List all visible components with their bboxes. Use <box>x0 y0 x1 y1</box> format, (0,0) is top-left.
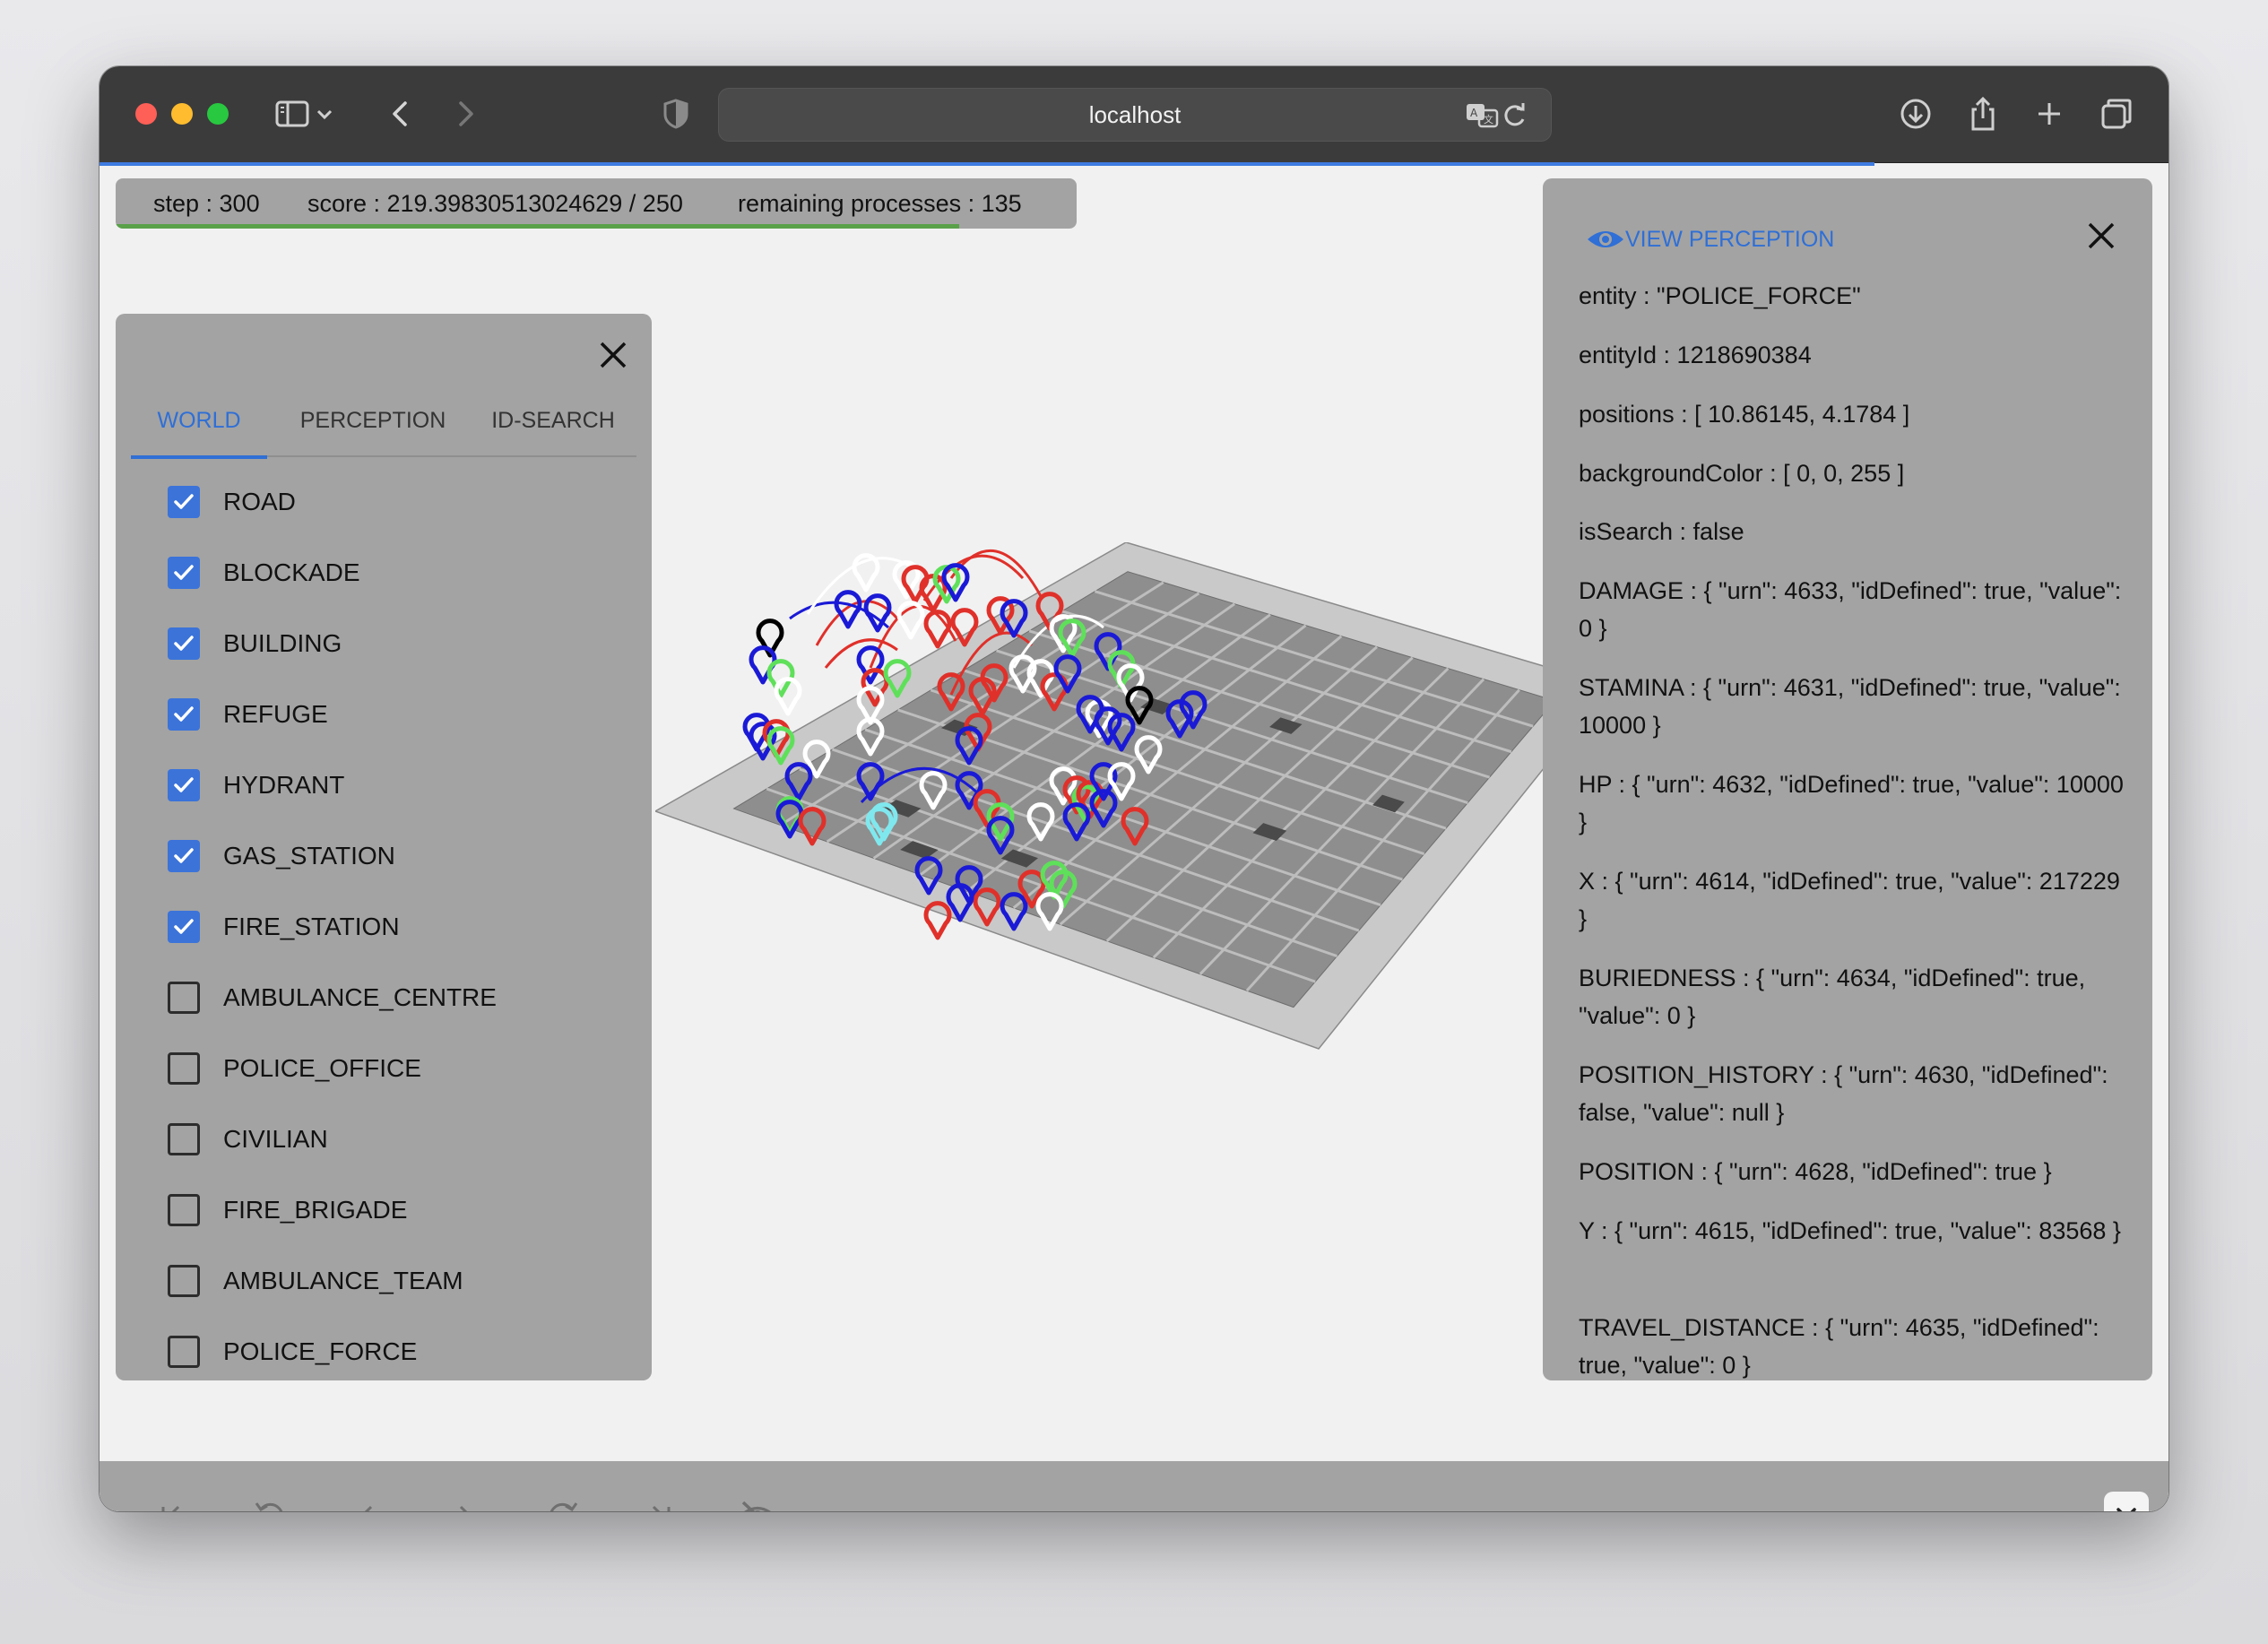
layer-label: BUILDING <box>223 629 342 657</box>
tab-id-search[interactable]: ID-SEARCH <box>473 385 633 455</box>
layer-label: GAS_STATION <box>223 842 395 870</box>
eye-icon <box>1588 231 1623 247</box>
checkbox-unchecked-icon[interactable] <box>168 1336 200 1368</box>
layer-label: AMBULANCE_CENTRE <box>223 983 497 1011</box>
back-icon[interactable] <box>381 93 422 134</box>
minimize-window-button[interactable] <box>171 103 193 125</box>
checkbox-checked-icon[interactable] <box>168 698 200 731</box>
perception-panel: VIEW PERCEPTION entity : "POLICE_FORCE"e… <box>1543 178 2152 1380</box>
rewind-10-icon[interactable]: 10 <box>246 1492 294 1511</box>
perception-property: entity : "POLICE_FORCE" <box>1579 282 1861 309</box>
perception-property: HP : { "urn": 4632, "idDefined": true, "… <box>1579 771 2124 835</box>
skip-start-icon[interactable] <box>148 1492 196 1511</box>
perception-property: isSearch : false <box>1579 518 1744 545</box>
layers-panel: WORLD PERCEPTION ID-SEARCH ROAD BLOCKADE B… <box>116 314 652 1380</box>
perception-property: TRAVEL_DISTANCE : { "urn": 4635, "idDefi… <box>1579 1314 2099 1379</box>
step-counter: step : 300 <box>153 190 260 217</box>
perception-property: X : { "urn": 4614, "idDefined": true, "v… <box>1579 868 2120 932</box>
layer-label: HYDRANT <box>223 771 345 799</box>
sidebar-icon[interactable] <box>272 93 313 134</box>
address-bar[interactable]: localhost A文 <box>718 88 1552 142</box>
checkbox-checked-icon[interactable] <box>168 840 200 872</box>
checkbox-checked-icon[interactable] <box>168 769 200 801</box>
new-tab-icon[interactable] <box>2029 93 2070 134</box>
reload-icon[interactable] <box>1499 94 1531 135</box>
checkbox-unchecked-icon[interactable] <box>168 1265 200 1297</box>
svg-text:A: A <box>1470 107 1478 119</box>
simulation-status-bar: step : 300 score : 219.39830513024629 / … <box>116 178 1077 229</box>
score-readout: score : 219.39830513024629 / 250 <box>307 190 683 217</box>
playback-bar: 10 10 <box>100 1461 2168 1511</box>
tabs-overview-icon[interactable] <box>2096 93 2137 134</box>
step-back-icon[interactable] <box>343 1492 392 1511</box>
layer-label: BLOCKADE <box>223 558 360 586</box>
layer-label: REFUGE <box>223 700 328 728</box>
remaining-processes: remaining processes : 135 <box>738 190 1022 217</box>
layers-tabs: WORLD PERCEPTION ID-SEARCH <box>131 385 636 459</box>
checkbox-unchecked-icon[interactable] <box>168 1194 200 1226</box>
checkbox-checked-icon[interactable] <box>168 911 200 943</box>
forward-icon[interactable] <box>444 93 485 134</box>
perception-property: positions : [ 10.86145, 4.1784 ] <box>1579 401 1910 428</box>
perception-property: Y : { "urn": 4615, "idDefined": true, "v… <box>1579 1217 2121 1244</box>
browser-window: localhost A文 step : 300 score : 219.3983… <box>100 66 2168 1511</box>
close-window-button[interactable] <box>135 103 157 125</box>
checkbox-checked-icon[interactable] <box>168 627 200 660</box>
expand-timeline-button[interactable] <box>2104 1492 2149 1511</box>
score-progress-bar <box>116 224 960 229</box>
translate-icon[interactable]: A文 <box>1461 94 1502 135</box>
perception-property: entityId : 1218690384 <box>1579 342 1812 368</box>
layer-label: ROAD <box>223 488 296 515</box>
chevron-down-icon <box>2117 1508 2136 1511</box>
close-layers-panel-button[interactable] <box>595 337 631 373</box>
share-icon[interactable] <box>1962 93 2004 134</box>
chevron-down-icon[interactable] <box>311 93 338 134</box>
forward-10-icon[interactable]: 10 <box>539 1492 587 1511</box>
checkbox-unchecked-icon[interactable] <box>168 1123 200 1155</box>
hide-icon[interactable] <box>733 1492 782 1511</box>
svg-text:文: 文 <box>1484 113 1493 125</box>
skip-end-icon[interactable] <box>636 1492 684 1511</box>
perception-property: backgroundColor : [ 0, 0, 255 ] <box>1579 460 1905 487</box>
tab-world[interactable]: WORLD <box>131 385 267 459</box>
checkbox-unchecked-icon[interactable] <box>168 982 200 1014</box>
layer-label: POLICE_OFFICE <box>223 1054 421 1082</box>
perception-property: BURIEDNESS : { "urn": 4634, "idDefined":… <box>1579 965 2086 1029</box>
layer-label: POLICE_FORCE <box>223 1337 418 1365</box>
perception-property: POSITION : { "urn": 4628, "idDefined": t… <box>1579 1158 2052 1185</box>
shield-icon <box>655 93 697 134</box>
view-perception-title: VIEW PERCEPTION <box>1625 227 1835 252</box>
map-agent-marker[interactable] <box>834 590 862 629</box>
perception-property: POSITION_HISTORY : { "urn": 4630, "idDef… <box>1579 1061 2108 1126</box>
url-text: localhost <box>1088 101 1182 128</box>
app-viewport: step : 300 score : 219.39830513024629 / … <box>100 166 2168 1511</box>
download-icon[interactable] <box>1895 93 1936 134</box>
tab-perception[interactable]: PERCEPTION <box>285 385 461 455</box>
city-map-3d[interactable] <box>655 542 1623 1152</box>
checkbox-checked-icon[interactable] <box>168 557 200 589</box>
layer-label: AMBULANCE_TEAM <box>223 1267 463 1294</box>
layer-label: FIRE_STATION <box>223 913 400 940</box>
close-perception-panel-button[interactable] <box>2083 218 2119 254</box>
perception-property: STAMINA : { "urn": 4631, "idDefined": tr… <box>1579 674 2121 739</box>
zoom-window-button[interactable] <box>207 103 229 125</box>
layer-label: FIRE_BRIGADE <box>223 1196 408 1224</box>
perception-property: DAMAGE : { "urn": 4633, "idDefined": tru… <box>1579 577 2122 642</box>
browser-toolbar: localhost A文 <box>100 66 2168 163</box>
layer-label: CIVILIAN <box>223 1125 328 1153</box>
checkbox-checked-icon[interactable] <box>168 486 200 518</box>
step-forward-icon[interactable] <box>440 1492 489 1511</box>
checkbox-unchecked-icon[interactable] <box>168 1052 200 1085</box>
